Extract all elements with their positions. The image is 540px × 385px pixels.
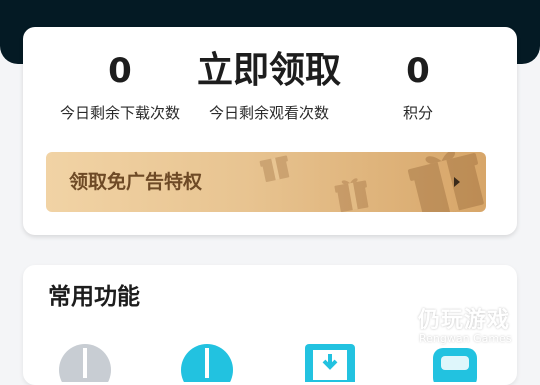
download-icon[interactable] xyxy=(303,342,359,382)
banner-label: 领取免广告特权 xyxy=(69,171,203,193)
watermark-logo-icon xyxy=(368,306,410,344)
play-arrow-icon xyxy=(454,177,460,187)
watermark-subtext: Rengwan Games xyxy=(419,332,512,345)
ad-free-banner[interactable]: 领取免广告特权 xyxy=(46,152,486,212)
download-count: 0 xyxy=(108,51,132,91)
points-value: 0 xyxy=(406,51,430,91)
points-label: 积分 xyxy=(402,104,433,122)
gift-icon xyxy=(334,178,369,212)
gift-icon xyxy=(407,152,484,212)
watermark-text: 仍玩游戏 xyxy=(418,308,511,333)
section-title: 常用功能 xyxy=(48,284,140,310)
download-icon[interactable] xyxy=(57,342,113,382)
watermark: 仍玩游戏 Rengwan Games xyxy=(364,300,524,350)
stats-card: 0 今日剩余下载次数 立即领取 今日剩余观看次数 0 积分 领取免广告特权 xyxy=(23,27,517,235)
watch-count-label: 今日剩余观看次数 xyxy=(208,104,329,122)
download-icon[interactable] xyxy=(179,342,235,382)
gift-icon xyxy=(259,155,290,183)
download-count-label: 今日剩余下载次数 xyxy=(59,104,180,122)
claim-now-button[interactable]: 立即领取 xyxy=(193,51,345,91)
